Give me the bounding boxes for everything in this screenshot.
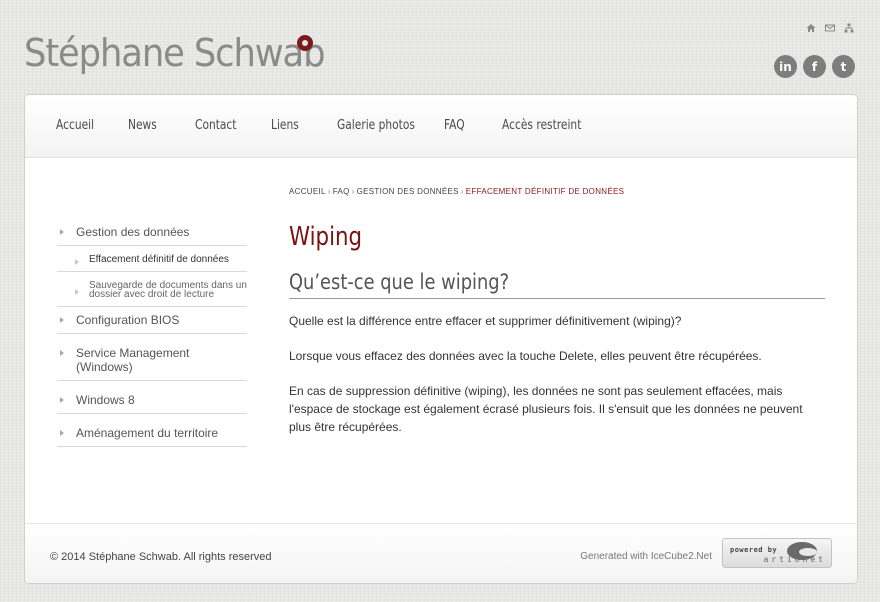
nav-item-acces-restreint[interactable]: Accès restreint [502, 118, 581, 133]
caret-right-icon [75, 289, 79, 295]
caret-right-icon [60, 350, 64, 356]
breadcrumb-item-accueil[interactable]: ACCUEIL [289, 187, 326, 196]
breadcrumb-current: EFFACEMENT DÉFINITIF DE DONNÉES [465, 187, 625, 196]
nav-item-news[interactable]: News [128, 118, 157, 133]
linkedin-icon[interactable]: in [774, 55, 797, 78]
caret-right-icon [60, 397, 64, 403]
nav-item-faq[interactable]: FAQ [444, 118, 465, 133]
paragraph: Quelle est la différence entre effacer e… [289, 314, 682, 328]
sidebar-item-label: Configuration BIOS [76, 313, 180, 327]
nav-item-galerie-photos[interactable]: Galerie photos [337, 118, 415, 133]
sidebar-item-gestion-des-donnees[interactable]: Gestion des données [57, 219, 247, 246]
sidebar-item-label: Aménagement du territoire [76, 426, 219, 440]
tumblr-icon[interactable]: t [832, 55, 855, 78]
social-links: in f t [774, 55, 855, 78]
sidebar-item-label: Sauvegarde de documents dans un dossier … [89, 280, 247, 300]
page-title: Wiping [289, 222, 363, 252]
breadcrumb-separator: › [351, 187, 355, 196]
nav-item-liens[interactable]: Liens [271, 118, 299, 133]
copyright-text: © 2014 Stéphane Schwab. All rights reser… [50, 551, 272, 563]
sidebar-item-label: Service Management (Windows) [76, 346, 190, 374]
sidebar-item-label: Gestion des données [76, 225, 190, 239]
breadcrumb-item-faq[interactable]: FAQ [333, 187, 350, 196]
mail-icon[interactable] [825, 20, 835, 32]
breadcrumb: ACCUEIL › FAQ › GESTION DES DONNÉES › EFFACEME… [289, 187, 624, 196]
sitemap-icon[interactable] [844, 20, 854, 33]
breadcrumb-item-gestion[interactable]: GESTION DES DONNÉES [357, 187, 459, 196]
sidebar: Gestion des données Effacement définitif… [57, 219, 247, 447]
paragraph: En cas de suppression définitive (wiping… [289, 384, 803, 434]
caret-right-icon [75, 259, 79, 265]
caret-right-icon [60, 317, 64, 323]
artionet-badge[interactable]: powered by artionet [722, 538, 832, 568]
generated-with-link[interactable]: Generated with IceCube2.Net [580, 551, 712, 562]
paragraph: Lorsque vous effacez des données avec la… [289, 349, 762, 363]
main-nav: Accueil News Contact Liens Galerie photo… [25, 95, 857, 158]
badge-artionet: artionet [763, 555, 826, 564]
caret-right-icon [60, 229, 64, 235]
footer: © 2014 Stéphane Schwab. All rights reser… [25, 523, 857, 583]
sidebar-item-configuration-bios[interactable]: Configuration BIOS [57, 307, 247, 334]
nav-item-contact[interactable]: Contact [195, 118, 236, 133]
sidebar-item-amenagement[interactable]: Aménagement du territoire [57, 414, 247, 447]
sidebar-item-label: Effacement définitif de données [89, 254, 229, 265]
main-container: Accueil News Contact Liens Galerie photo… [24, 94, 858, 584]
sidebar-item-label: Windows 8 [76, 393, 135, 407]
sidebar-item-sauvegarde[interactable]: Sauvegarde de documents dans un dossier … [57, 272, 247, 307]
site-title[interactable]: Stéphane Schwab [24, 28, 326, 78]
sidebar-item-effacement[interactable]: Effacement définitif de données [57, 246, 247, 272]
main-content: Wiping Qu’est-ce que le wiping? Quelle e… [289, 219, 825, 436]
utility-icons [806, 20, 854, 33]
facebook-icon[interactable]: f [803, 55, 826, 78]
home-icon[interactable] [806, 20, 816, 32]
breadcrumb-separator: › [460, 187, 464, 196]
logo-dot-icon [297, 35, 313, 51]
sidebar-item-windows-8[interactable]: Windows 8 [57, 381, 247, 414]
caret-right-icon [60, 430, 64, 436]
sidebar-item-service-management[interactable]: Service Management (Windows) [57, 334, 247, 381]
section-heading-wrap: Qu’est-ce que le wiping? [289, 269, 825, 299]
nav-item-accueil[interactable]: Accueil [56, 118, 94, 133]
section-heading: Qu’est-ce que le wiping? [289, 270, 510, 294]
breadcrumb-separator: › [327, 187, 331, 196]
badge-powered-by: powered by [730, 546, 778, 554]
